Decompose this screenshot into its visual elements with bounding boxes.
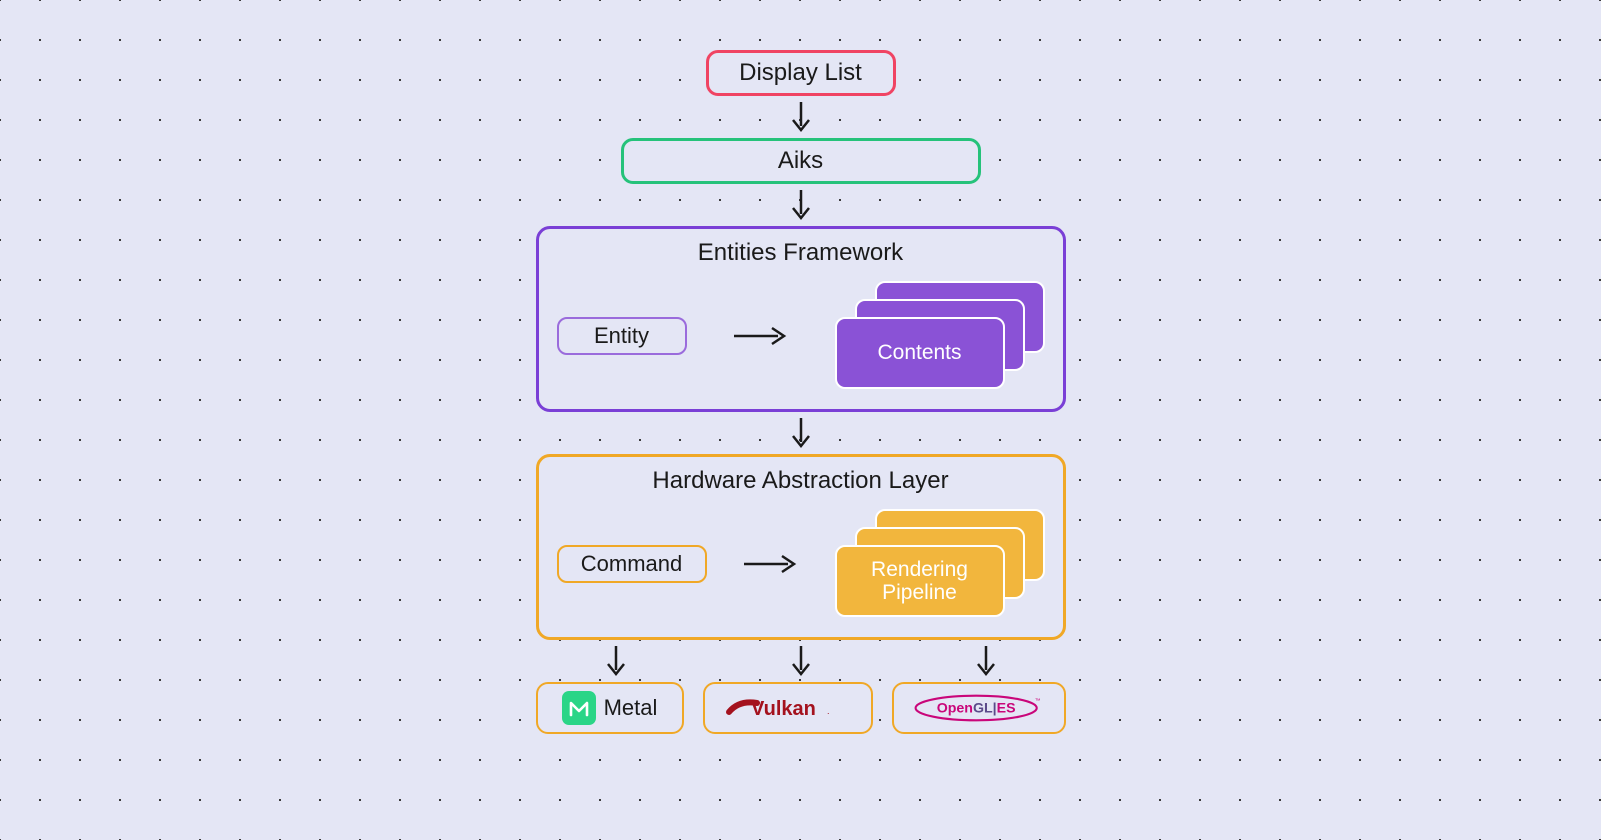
node-aiks: Aiks [621,138,981,184]
arrow-down-icon [781,644,821,678]
metal-logo-icon [562,691,596,725]
group-title: Hardware Abstraction Layer [553,467,1049,495]
node-label: Entity [594,323,649,348]
node-metal: Metal [536,682,684,734]
backend-row: Metal Vulkan . OpenGL|ES ™ [536,682,1066,734]
arrow-down-icon [781,100,821,134]
group-title: Entities Framework [553,239,1049,267]
pipeline-card: Rendering Pipeline [835,545,1005,617]
node-opengles: OpenGL|ES ™ [892,682,1066,734]
arrow-right-icon [740,549,802,579]
entities-row: Entity Contents [553,281,1049,391]
contents-card: Contents [835,317,1005,389]
node-display-list: Display List [706,50,896,96]
diagram-canvas: Display List Aiks Entities Framework Ent… [521,50,1081,734]
svg-text:OpenGL|ES: OpenGL|ES [936,701,1015,717]
svg-text:™: ™ [1034,698,1040,704]
pipeline-stack: Rendering Pipeline [835,509,1045,619]
backend-arrows [536,640,1066,682]
svg-text:Vulkan: Vulkan [751,698,816,720]
hal-row: Command Rendering Pipeline [553,509,1049,619]
node-hal: Hardware Abstraction Layer Command Rende… [536,454,1066,640]
card-label: Rendering Pipeline [871,558,968,604]
node-label: Command [581,551,682,576]
node-command: Command [557,545,707,583]
arrow-down-icon [781,188,821,222]
card-label: Contents [877,341,961,364]
arrow-down-icon [596,644,636,678]
node-entities-framework: Entities Framework Entity Contents [536,226,1066,412]
node-entity: Entity [557,317,687,355]
node-label: Aiks [778,147,823,174]
backend-label: Metal [604,695,658,721]
contents-stack: Contents [835,281,1045,391]
opengles-logo-icon: OpenGL|ES ™ [908,691,1050,725]
svg-text:.: . [827,706,830,716]
arrow-down-icon [966,644,1006,678]
node-vulkan: Vulkan . [703,682,873,734]
arrow-right-icon [730,321,792,351]
vulkan-logo-icon: Vulkan . [723,692,853,724]
node-label: Display List [739,59,862,86]
arrow-down-icon [781,416,821,450]
